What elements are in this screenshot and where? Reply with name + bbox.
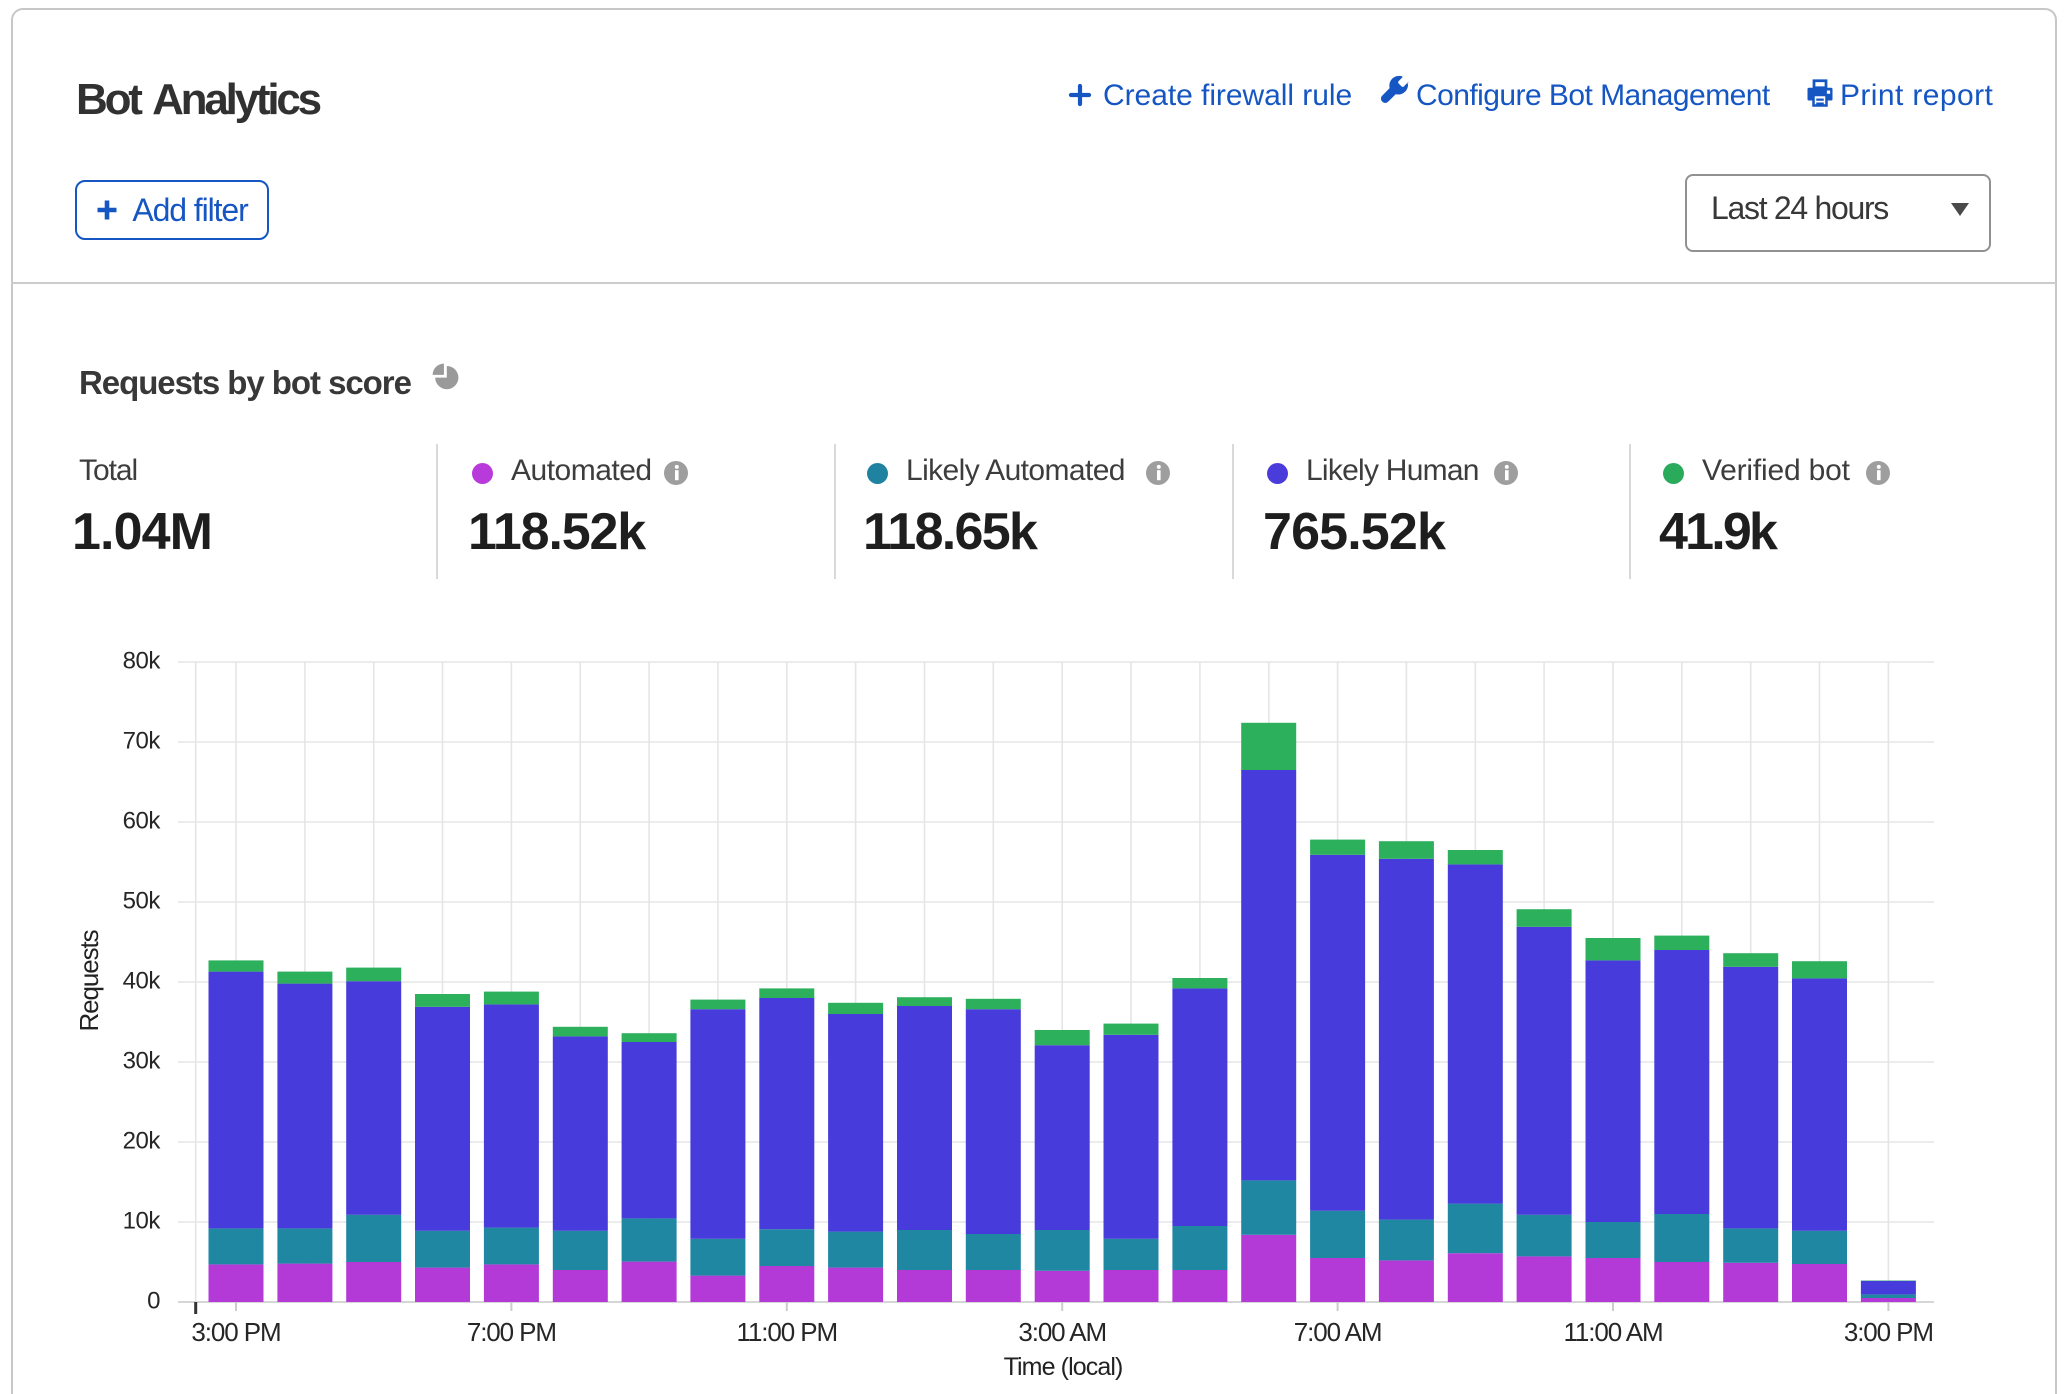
svg-text:3:00 PM: 3:00 PM (191, 1317, 280, 1347)
svg-text:Time (local): Time (local) (1004, 1353, 1123, 1381)
svg-text:80k: 80k (123, 648, 162, 675)
svg-text:Requests: Requests (74, 929, 104, 1031)
svg-text:11:00 AM: 11:00 AM (1563, 1317, 1662, 1347)
svg-text:70k: 70k (123, 728, 162, 755)
svg-text:30k: 30k (123, 1048, 162, 1075)
svg-text:60k: 60k (123, 808, 162, 835)
svg-text:3:00 PM: 3:00 PM (1844, 1317, 1933, 1347)
svg-text:7:00 AM: 7:00 AM (1294, 1317, 1382, 1347)
svg-text:11:00 PM: 11:00 PM (737, 1317, 838, 1347)
svg-text:3:00 AM: 3:00 AM (1018, 1317, 1106, 1347)
svg-text:7:00 PM: 7:00 PM (467, 1317, 556, 1347)
svg-text:0: 0 (147, 1288, 160, 1315)
svg-text:50k: 50k (123, 888, 162, 915)
svg-text:20k: 20k (123, 1128, 162, 1155)
svg-text:40k: 40k (123, 968, 162, 995)
svg-text:10k: 10k (123, 1208, 162, 1235)
